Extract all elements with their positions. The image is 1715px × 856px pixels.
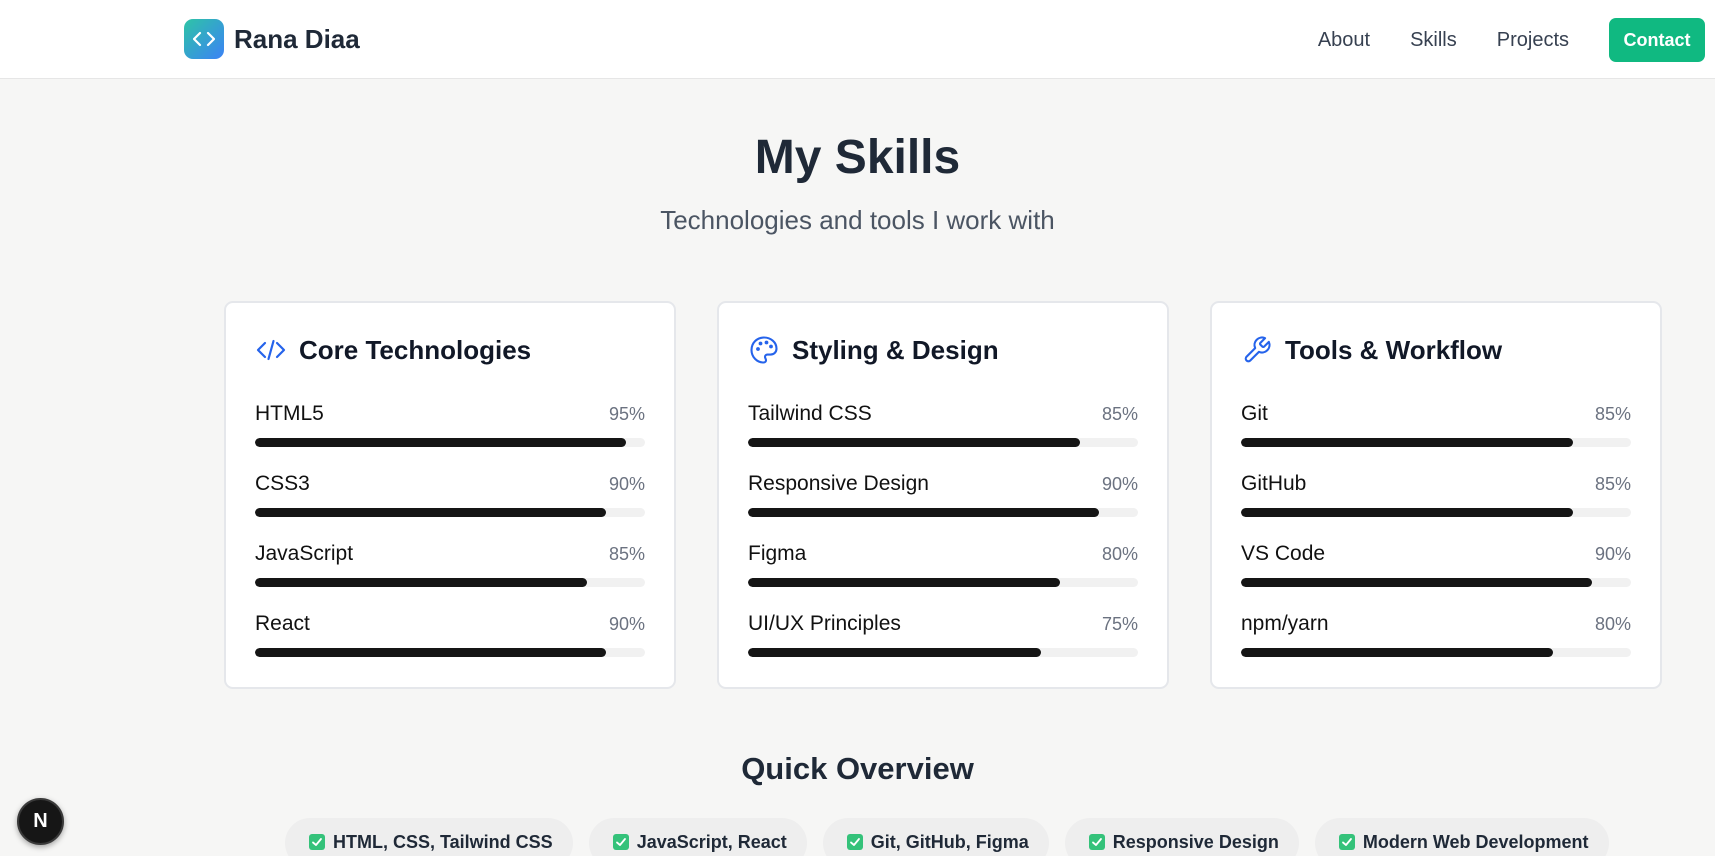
wrench-icon — [1241, 334, 1273, 366]
progress-bar — [748, 508, 1138, 517]
check-icon — [1088, 834, 1105, 850]
progress-bar — [1241, 438, 1631, 447]
code-logo-icon — [184, 19, 224, 59]
overview-title: Quick Overview — [741, 751, 974, 786]
chip-label: Git, GitHub, Figma — [870, 832, 1029, 852]
skill-item: JavaScript 85% — [255, 542, 645, 587]
card-title: Styling & Design — [792, 334, 999, 365]
skill-item: GitHub 85% — [1241, 472, 1631, 517]
code-icon — [255, 334, 287, 366]
badge-letter: N — [33, 810, 48, 832]
skill-item: Figma 80% — [748, 542, 1138, 587]
nav-projects[interactable]: Projects — [1497, 29, 1569, 52]
progress-bar — [1241, 508, 1631, 517]
skill-name: Figma — [748, 542, 807, 565]
overview-chip: Modern Web Development — [1314, 818, 1609, 856]
chip-label: Responsive Design — [1112, 832, 1279, 852]
overview-chip: JavaScript, React — [588, 818, 807, 856]
progress-bar — [255, 648, 645, 657]
progress-bar — [748, 438, 1138, 447]
skill-item: React 90% — [255, 612, 645, 657]
progress-bar — [255, 438, 645, 447]
skill-name: Tailwind CSS — [748, 402, 872, 425]
skill-name: GitHub — [1241, 472, 1307, 495]
brand-name: Rana Diaa — [234, 23, 360, 54]
skill-item: CSS3 90% — [255, 472, 645, 517]
skill-percent: 95% — [608, 404, 645, 424]
skill-name: VS Code — [1241, 542, 1326, 565]
brand[interactable]: Rana Diaa — [184, 19, 360, 59]
skill-name: UI/UX Principles — [748, 612, 901, 635]
skill-name: CSS3 — [255, 472, 310, 495]
check-icon — [612, 834, 629, 850]
skill-item: Tailwind CSS 85% — [748, 402, 1138, 447]
skill-percent: 85% — [1101, 404, 1138, 424]
skill-card-styling: Styling & Design Tailwind CSS 85% Respon… — [717, 301, 1169, 689]
skill-name: Git — [1241, 402, 1268, 425]
skill-item: UI/UX Principles 75% — [748, 612, 1138, 657]
skill-percent: 90% — [1101, 474, 1138, 494]
card-title: Tools & Workflow — [1285, 334, 1503, 365]
overview-chips: HTML, CSS, Tailwind CSS JavaScript, Reac… — [285, 818, 1625, 856]
progress-bar — [255, 508, 645, 517]
card-title: Core Technologies — [299, 334, 532, 365]
palette-icon — [748, 334, 780, 366]
skill-percent: 75% — [1101, 614, 1138, 634]
chip-label: JavaScript, React — [636, 832, 787, 852]
skill-item: HTML5 95% — [255, 402, 645, 447]
nextjs-dev-badge[interactable]: N — [17, 798, 64, 845]
skill-percent: 90% — [608, 614, 645, 634]
contact-button[interactable]: Contact — [1609, 18, 1705, 62]
progress-bar — [748, 648, 1138, 657]
chip-label: HTML, CSS, Tailwind CSS — [333, 832, 553, 852]
overview-chip: HTML, CSS, Tailwind CSS — [285, 818, 573, 856]
skill-percent: 85% — [608, 544, 645, 564]
check-icon — [1338, 834, 1355, 850]
check-icon — [846, 834, 863, 850]
skill-name: React — [255, 612, 310, 635]
skill-percent: 80% — [1594, 614, 1631, 634]
skill-item: Git 85% — [1241, 402, 1631, 447]
skill-name: HTML5 — [255, 402, 324, 425]
skill-percent: 85% — [1594, 404, 1631, 424]
progress-bar — [255, 578, 645, 587]
skill-item: npm/yarn 80% — [1241, 612, 1631, 657]
skill-card-core: Core Technologies HTML5 95% CSS3 90% Jav… — [224, 301, 676, 689]
check-icon — [309, 834, 325, 850]
skill-percent: 90% — [1594, 544, 1631, 564]
overview-chip: Responsive Design — [1064, 818, 1299, 856]
nav-about[interactable]: About — [1318, 29, 1370, 52]
skill-item: VS Code 90% — [1241, 542, 1631, 587]
skills-title: My Skills — [754, 131, 961, 184]
chip-label: Modern Web Development — [1362, 832, 1589, 852]
overview-chip: Git, GitHub, Figma — [822, 818, 1049, 856]
skill-percent: 80% — [1101, 544, 1138, 564]
nav-skills[interactable]: Skills — [1410, 29, 1457, 52]
progress-bar — [748, 578, 1138, 587]
skill-name: Responsive Design — [748, 472, 929, 495]
progress-bar — [1241, 578, 1631, 587]
skill-card-tools: Tools & Workflow Git 85% GitHub 85% VS C… — [1210, 301, 1662, 689]
main-nav: About Skills Projects Contact — [1318, 18, 1705, 62]
skill-name: JavaScript — [255, 542, 354, 565]
skill-name: npm/yarn — [1241, 612, 1329, 635]
skill-percent: 85% — [1594, 474, 1631, 494]
skills-subtitle: Technologies and tools I work with — [660, 205, 1055, 235]
site-header: Rana Diaa About Skills Projects Contact — [0, 0, 1715, 79]
progress-bar — [1241, 648, 1631, 657]
skill-item: Responsive Design 90% — [748, 472, 1138, 517]
skill-percent: 90% — [608, 474, 645, 494]
